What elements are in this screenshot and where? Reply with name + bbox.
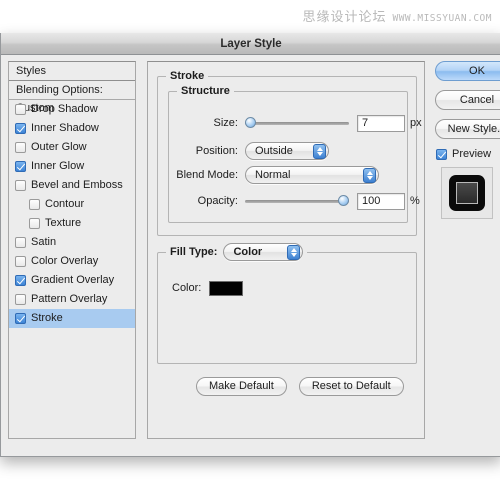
fill-type-label: Fill Type:	[170, 246, 218, 258]
styles-panel: Styles Blending Options: Custom Drop Sha…	[8, 61, 136, 439]
structure-group: Structure Size: 7 px Position: Outside B…	[168, 85, 422, 223]
stroke-settings-panel: Stroke Structure Size: 7 px Position: Ou…	[147, 61, 425, 439]
new-style-button[interactable]: New Style...	[435, 119, 500, 139]
size-slider-track	[245, 122, 349, 125]
watermark: 思缘设计论坛 WWW.MISSYUAN.COM	[302, 6, 492, 25]
screenshot-root: 思缘设计论坛 WWW.MISSYUAN.COM Layer Style Styl…	[0, 0, 500, 500]
fill-type-dropdown[interactable]: Color	[223, 243, 304, 261]
layer-style-dialog: Layer Style Styles Blending Options: Cus…	[0, 33, 500, 457]
size-unit-label: px	[410, 117, 422, 129]
opacity-slider-track	[245, 200, 349, 203]
dialog-body: Styles Blending Options: Custom Drop Sha…	[1, 55, 500, 456]
preview-shape-icon	[449, 175, 485, 211]
dialog-title: Layer Style	[220, 37, 282, 50]
style-row-texture[interactable]: Texture	[9, 214, 135, 233]
size-input[interactable]: 7	[357, 114, 405, 132]
color-swatch[interactable]	[209, 280, 244, 296]
stroke-group-label: Stroke	[166, 70, 209, 82]
size-row: Size: 7 px	[169, 114, 422, 132]
color-label: Color:	[172, 282, 202, 294]
blend-mode-label: Blend Mode:	[176, 169, 238, 181]
position-label: Position:	[195, 145, 238, 157]
dialog-actions: OK Cancel New Style... Preview	[435, 61, 500, 219]
size-slider[interactable]	[245, 116, 349, 130]
fill-type-group: Fill Type: Color Color:	[157, 243, 417, 364]
styles-header-label: Styles	[16, 65, 46, 77]
opacity-unit-label: %	[410, 195, 420, 207]
style-checkbox[interactable]	[15, 275, 26, 286]
preview-thumbnail	[441, 167, 493, 219]
style-row-label: Inner Shadow	[31, 122, 99, 134]
style-row-label: Bevel and Emboss	[31, 179, 123, 191]
style-row-satin[interactable]: Satin	[9, 233, 135, 252]
blend-mode-value: Normal	[255, 169, 291, 181]
default-buttons: Make Default Reset to Default	[196, 377, 404, 396]
style-row-color-overlay[interactable]: Color Overlay	[9, 252, 135, 271]
fill-type-value: Color	[233, 246, 263, 258]
style-checkbox[interactable]	[15, 123, 26, 134]
opacity-slider-thumb[interactable]	[338, 195, 349, 206]
style-checkbox[interactable]	[29, 199, 40, 210]
styles-panel-header[interactable]: Styles	[9, 62, 135, 81]
style-row-label: Pattern Overlay	[31, 293, 108, 305]
preview-label: Preview	[452, 148, 492, 160]
style-row-label: Color Overlay	[31, 255, 99, 267]
style-row-label: Drop Shadow	[31, 103, 98, 115]
reset-to-default-button[interactable]: Reset to Default	[298, 377, 404, 396]
structure-group-label: Structure	[177, 85, 234, 97]
style-checkbox[interactable]	[15, 142, 26, 153]
size-label: Size:	[213, 117, 238, 129]
style-row-inner-shadow[interactable]: Inner Shadow	[9, 119, 135, 138]
styles-list: Drop Shadow Inner Shadow Outer Glow Inner G…	[9, 100, 135, 328]
position-dropdown[interactable]: Outside	[245, 142, 329, 160]
style-row-label: Contour	[45, 198, 85, 210]
opacity-input[interactable]: 100	[357, 192, 405, 210]
dialog-titlebar[interactable]: Layer Style	[1, 33, 500, 55]
style-checkbox[interactable]	[15, 237, 26, 248]
style-row-label: Stroke	[31, 312, 63, 324]
preview-shape-inner	[456, 182, 478, 204]
style-row-label: Texture	[45, 217, 82, 229]
style-row-label: Outer Glow	[31, 141, 87, 153]
style-checkbox[interactable]	[15, 161, 26, 172]
color-row: Color:	[172, 279, 244, 297]
watermark-chinese-text: 思缘设计论坛	[302, 9, 387, 24]
preview-checkbox[interactable]	[436, 148, 447, 160]
make-default-button[interactable]: Make Default	[196, 377, 287, 396]
style-checkbox[interactable]	[15, 180, 26, 191]
opacity-row: Opacity: 100 %	[169, 192, 420, 210]
style-row-stroke[interactable]: Stroke	[9, 309, 135, 328]
ok-button[interactable]: OK	[435, 61, 500, 81]
position-value: Outside	[255, 145, 293, 157]
blend-mode-dropdown[interactable]: Normal	[245, 166, 379, 184]
cancel-button[interactable]: Cancel	[435, 90, 500, 110]
position-row: Position: Outside	[169, 142, 329, 160]
opacity-slider[interactable]	[245, 194, 349, 208]
blend-mode-row: Blend Mode: Normal	[169, 166, 379, 184]
style-row-label: Satin	[31, 236, 57, 248]
style-row-label: Inner Glow	[31, 160, 85, 172]
chevron-updown-icon[interactable]	[287, 244, 301, 260]
chevron-updown-icon[interactable]	[313, 143, 326, 159]
blending-options-row[interactable]: Blending Options: Custom	[9, 81, 135, 114]
preview-row[interactable]: Preview	[436, 148, 500, 160]
size-slider-thumb[interactable]	[245, 117, 256, 128]
style-checkbox[interactable]	[29, 218, 40, 229]
style-checkbox[interactable]	[15, 313, 26, 324]
style-row-contour[interactable]: Contour	[9, 195, 135, 214]
fill-type-legend: Fill Type: Color	[166, 243, 308, 261]
style-row-gradient-overlay[interactable]: Gradient Overlay	[9, 271, 135, 290]
style-row-pattern-overlay[interactable]: Pattern Overlay	[9, 290, 135, 309]
style-row-bevel-and-emboss[interactable]: Bevel and Emboss	[9, 176, 135, 195]
style-checkbox[interactable]	[15, 104, 26, 115]
style-row-inner-glow[interactable]: Inner Glow	[9, 157, 135, 176]
style-checkbox[interactable]	[15, 294, 26, 305]
opacity-label: Opacity:	[197, 195, 238, 207]
style-checkbox[interactable]	[15, 256, 26, 267]
watermark-url-text: WWW.MISSYUAN.COM	[392, 13, 492, 24]
chevron-updown-icon[interactable]	[363, 167, 376, 183]
style-row-label: Gradient Overlay	[31, 274, 115, 286]
style-row-outer-glow[interactable]: Outer Glow	[9, 138, 135, 157]
stroke-group: Stroke Structure Size: 7 px Position: Ou…	[157, 70, 422, 236]
